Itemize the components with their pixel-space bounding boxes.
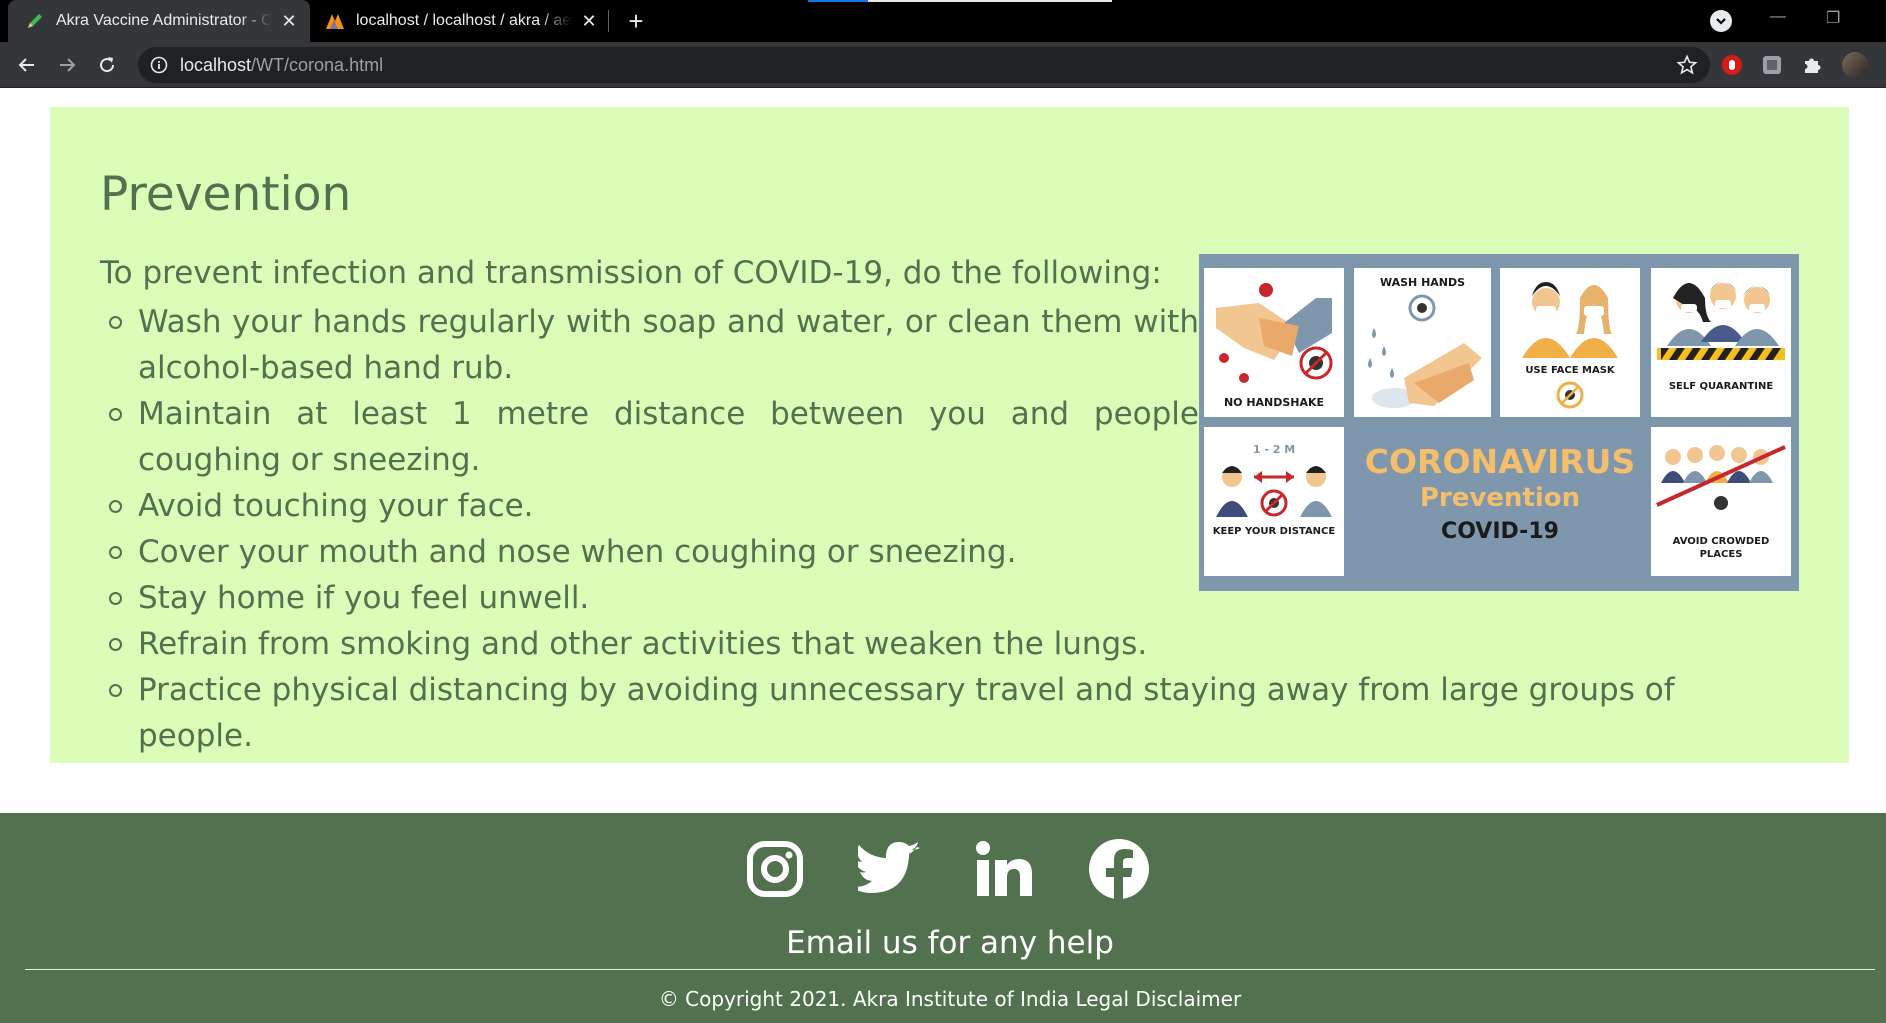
- page-content: Prevention To prevent infection and tran…: [0, 89, 1886, 1023]
- back-arrow-icon: [18, 58, 34, 72]
- phpmyadmin-icon: [324, 10, 346, 32]
- reload-icon: [100, 57, 115, 73]
- list-item: Wash your hands regularly with soap and …: [100, 299, 1199, 391]
- close-tab-icon[interactable]: ✕: [278, 10, 300, 32]
- address-bar[interactable]: localhost/WT/corona.html: [138, 47, 1710, 83]
- bullet-icon: [109, 638, 122, 651]
- bookmark-star-icon[interactable]: [1676, 54, 1698, 76]
- browser-toolbar: localhost/WT/corona.html: [0, 42, 1886, 88]
- bullet-icon: [109, 546, 122, 559]
- face-mask-icon: [1522, 282, 1618, 358]
- profile-avatar[interactable]: [1842, 52, 1868, 78]
- instagram-icon[interactable]: [743, 837, 807, 901]
- bullet-icon: [109, 316, 122, 329]
- linkedin-icon[interactable]: [972, 837, 1036, 901]
- extension-red-icon[interactable]: [1720, 53, 1744, 77]
- new-tab-button[interactable]: +: [622, 8, 650, 36]
- poster-caption: SELF QUARANTINE: [1668, 381, 1774, 392]
- crowd-icon: [1656, 445, 1786, 510]
- tab-search-icon[interactable]: [1710, 10, 1732, 32]
- tab-strip: Akra Vaccine Administrator - Cov ✕ local…: [0, 0, 1886, 42]
- list-item-text: Cover your mouth and nose when coughing …: [138, 534, 1017, 570]
- footer-divider: [25, 969, 1875, 970]
- list-item-text: Wash your hands regularly with soap and …: [138, 304, 1199, 386]
- site-footer: Email us for any help © Copyright 2021. …: [0, 813, 1886, 1023]
- loading-indicator: [808, 0, 1112, 2]
- list-item-text: Avoid touching your face.: [138, 488, 534, 524]
- tab-title: Akra Vaccine Administrator - Cov: [56, 12, 272, 29]
- quarantine-icon: [1657, 282, 1785, 360]
- extension-gray-icon[interactable]: [1760, 53, 1784, 77]
- site-info-icon[interactable]: [150, 56, 168, 74]
- url-host: localhost: [180, 54, 252, 75]
- poster-cell-no-handshake: NO HANDSHAKE: [1204, 268, 1344, 417]
- extensions-puzzle-icon[interactable]: [1800, 53, 1824, 77]
- forward-button[interactable]: [53, 51, 81, 79]
- tab-title: localhost / localhost / akra / aefi: [356, 12, 572, 29]
- list-item: Maintain at least 1 metre distance betwe…: [100, 391, 1199, 483]
- restore-button[interactable]: ❐: [1826, 8, 1840, 28]
- poster-cell-keep-distance: 1 - 2 M KEEP YOUR DISTANCE: [1204, 427, 1344, 576]
- close-tab-icon[interactable]: ✕: [578, 10, 600, 32]
- poster-caption: AVOID CROWDED PLACES: [1672, 536, 1770, 560]
- twitter-icon[interactable]: [858, 837, 922, 901]
- prevention-intro: To prevent infection and transmission of…: [100, 255, 1162, 291]
- poster-headline: CORONAVIRUS: [1364, 442, 1636, 481]
- url-text: localhost/WT/corona.html: [180, 55, 383, 76]
- tab-akra-vaccine[interactable]: Akra Vaccine Administrator - Cov ✕: [8, 0, 310, 42]
- pencil-icon: [24, 10, 46, 32]
- reload-button[interactable]: [93, 51, 121, 79]
- list-item: Refrain from smoking and other activitie…: [100, 621, 1700, 667]
- back-button[interactable]: [13, 51, 41, 79]
- poster-tagline: COVID-19: [1441, 519, 1559, 544]
- bullet-icon: [109, 684, 122, 697]
- bullet-icon: [109, 408, 122, 421]
- poster-cell-avoid-crowds: AVOID CROWDED PLACES: [1651, 427, 1791, 576]
- forward-arrow-icon: [60, 58, 76, 72]
- footer-help-link[interactable]: Email us for any help: [0, 925, 1886, 961]
- poster-subheadline: Prevention: [1419, 483, 1581, 513]
- list-item-text: Stay home if you feel unwell.: [138, 580, 590, 616]
- tab-separator: [608, 10, 609, 32]
- footer-copyright: © Copyright 2021. Akra Institute of Indi…: [658, 987, 1242, 1011]
- poster-caption: NO HANDSHAKE: [1223, 396, 1325, 409]
- poster-cell-self-quarantine: SELF QUARANTINE: [1651, 268, 1791, 417]
- minimize-button[interactable]: —: [1770, 8, 1786, 26]
- list-item-text: Maintain at least 1 metre distance betwe…: [138, 396, 1199, 478]
- poster-caption: USE FACE MASK: [1525, 365, 1615, 376]
- poster-cell-wash-hands: WASH HANDS: [1354, 268, 1491, 417]
- list-item-text: Refrain from smoking and other activitie…: [138, 626, 1148, 662]
- poster-caption: 1 - 2 M: [1252, 443, 1296, 456]
- bullet-icon: [109, 500, 122, 513]
- poster-caption: KEEP YOUR DISTANCE: [1212, 526, 1336, 537]
- prevention-title: Prevention: [100, 167, 352, 222]
- wash-hands-icon: [1368, 294, 1482, 408]
- poster-cell-face-mask: USE FACE MASK: [1500, 268, 1640, 417]
- url-path: /WT/corona.html: [251, 54, 384, 75]
- prevention-section: Prevention To prevent infection and tran…: [50, 107, 1849, 763]
- facebook-icon[interactable]: [1087, 837, 1151, 901]
- list-item-text: Practice physical distancing by avoiding…: [138, 672, 1675, 754]
- virus-icon: [1556, 381, 1584, 409]
- tab-phpmyadmin[interactable]: localhost / localhost / akra / aefi ✕: [312, 0, 604, 42]
- list-item: Practice physical distancing by avoiding…: [100, 667, 1700, 759]
- covid-prevention-poster: NO HANDSHAKE WASH HANDS USE FACE MASK SE…: [1199, 254, 1799, 591]
- handshake-icon: [1216, 283, 1333, 383]
- poster-headline-block: CORONAVIRUS Prevention COVID-19: [1353, 442, 1647, 544]
- bullet-icon: [109, 592, 122, 605]
